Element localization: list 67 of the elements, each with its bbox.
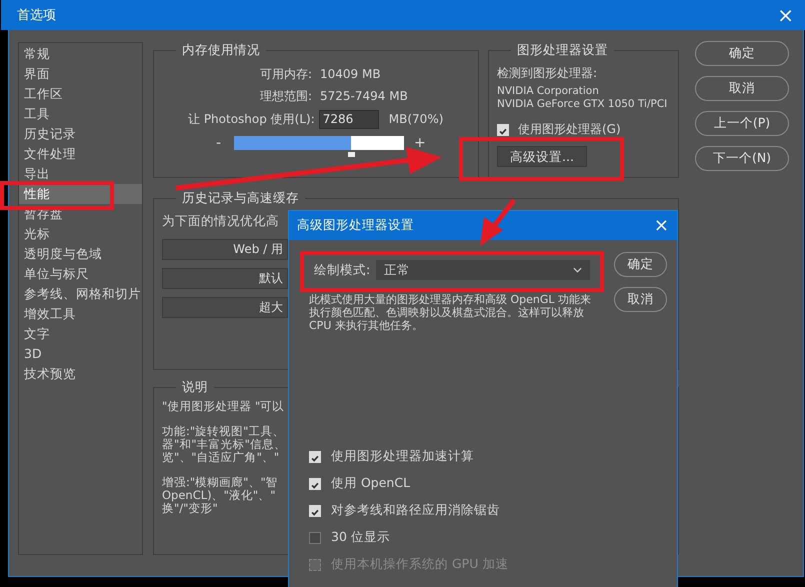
description-line: 增强:"模糊画廊"、"智	[162, 476, 278, 489]
checkbox-label: 使用图形处理器(G)	[518, 121, 621, 138]
sidebar-item[interactable]: 性能	[19, 184, 142, 204]
mode-dropdown[interactable]: 正常	[376, 260, 590, 280]
dialog-button[interactable]: 下一个(N)	[695, 146, 789, 171]
description-line: 功能:"旋转视图"工具、	[162, 425, 284, 438]
checkbox-label: 使用本机操作系统的 GPU 加速	[331, 556, 508, 573]
close-button[interactable]: ×	[650, 216, 673, 236]
description-line: 览"、"自适应广角"、"	[162, 451, 280, 464]
preset-button[interactable]: 默认	[162, 268, 288, 289]
advanced-settings-button[interactable]: 高级设置...	[497, 146, 587, 167]
sidebar-item[interactable]: 文字	[19, 324, 142, 344]
dialog-title: 高级图形处理器设置	[297, 217, 414, 234]
sidebar-item[interactable]: 技术预览	[19, 364, 142, 384]
field-value: 10409 MB	[320, 67, 381, 81]
dialog-button[interactable]: 确定	[695, 41, 789, 66]
gpu-model: NVIDIA GeForce GTX 1050 Ti/PCI	[497, 98, 668, 111]
sidebar-item[interactable]: 单位与标尺	[19, 264, 142, 284]
window-title: 首选项	[17, 7, 56, 24]
sidebar-item[interactable]: 3D	[19, 344, 142, 364]
field-value: 5725-7494 MB	[320, 89, 408, 103]
description-line: OpenCL)、"液化"、"	[162, 489, 276, 502]
mode-description: 此模式使用大量的图形处理器内存和高级 OpenGL 功能来执行颜色匹配、色调映射以及棋盘式混合。这样可以释放 CPU 来执行其他任务。	[309, 293, 592, 332]
gpu-vendor: NVIDIA Corporation	[497, 85, 600, 98]
input-field[interactable]: 7286	[318, 110, 379, 128]
description-line: "使用图形处理器 "可以	[162, 400, 284, 413]
panel-title: 内存使用情况	[181, 42, 261, 59]
field-label: 为下面的情况优化高	[162, 213, 279, 230]
sidebar-item[interactable]: 导出	[19, 164, 142, 184]
checkbox-label: 30 位显示	[331, 529, 390, 546]
panel-title: 说明	[181, 379, 209, 396]
sidebar-item[interactable]: 增效工具	[19, 304, 142, 324]
close-button[interactable]: ×	[773, 5, 798, 25]
annotation-arrow	[480, 198, 516, 246]
panel-title: 历史记录与高速缓存	[181, 190, 300, 207]
sidebar-item[interactable]: 常规	[19, 44, 142, 64]
field-label: 检测到图形处理器:	[497, 65, 598, 82]
description-line: 换"/"变形"	[162, 502, 218, 515]
ok-button[interactable]: 确定	[614, 252, 667, 277]
sidebar-item[interactable]: 光标	[19, 224, 142, 244]
field-label: 绘制模式:	[314, 262, 370, 278]
sidebar-item[interactable]: 透明度与色域	[19, 244, 142, 264]
dialog-button[interactable]: 取消	[695, 76, 789, 101]
sidebar-item[interactable]: 文件处理	[19, 144, 142, 164]
sidebar-item[interactable]: 历史记录	[19, 124, 142, 144]
sidebar-item[interactable]: 参考线、网格和切片	[19, 284, 142, 304]
description-line: 器"和"丰富光标"信息、	[162, 438, 286, 451]
slider-thumb[interactable]	[348, 152, 356, 157]
dialog-button[interactable]: 上一个(P)	[695, 111, 789, 136]
minus-label: -	[216, 135, 222, 151]
sidebar-item[interactable]: 工具	[19, 104, 142, 124]
preset-button[interactable]: Web / 用	[162, 239, 288, 260]
field-unit: MB(70%)	[388, 112, 444, 126]
sidebar-item[interactable]: 界面	[19, 64, 142, 84]
sidebar-item[interactable]: 工作区	[19, 84, 142, 104]
checkbox-label: 使用 OpenCL	[331, 475, 410, 492]
field-label: 可用内存:	[258, 66, 313, 82]
plus-label: +	[414, 135, 422, 151]
checkbox-label: 使用图形处理器加速计算	[331, 448, 474, 465]
chevron-down-icon	[573, 267, 582, 273]
field-label: 理想范围:	[258, 88, 313, 104]
field-label: 让 Photoshop 使用(L):	[188, 110, 315, 128]
checkbox-label: 对参考线和路径应用消除锯齿	[331, 502, 500, 519]
preset-button[interactable]: 超大	[162, 297, 288, 318]
checkbox[interactable]	[309, 532, 321, 544]
panel-title: 图形处理器设置	[516, 42, 609, 59]
cancel-button[interactable]: 取消	[614, 287, 667, 312]
